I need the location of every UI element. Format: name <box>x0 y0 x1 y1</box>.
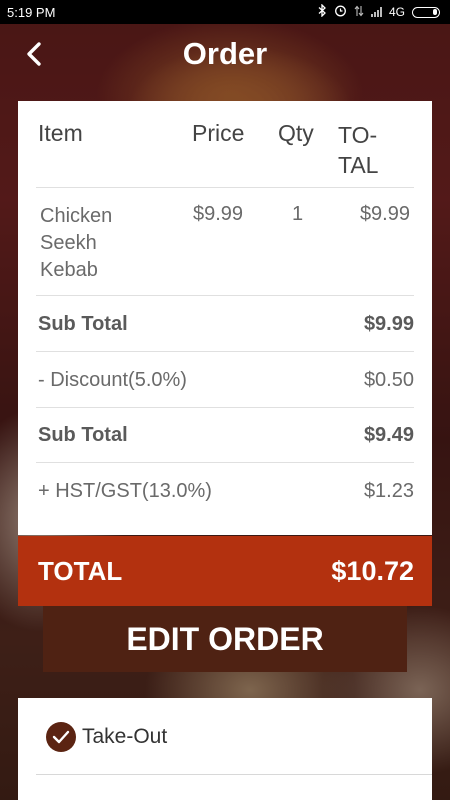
item-name: Chicken Seekh Kebab <box>40 205 113 281</box>
status-time: 5:19 PM <box>7 4 56 20</box>
edit-order-button[interactable]: EDIT ORDER <box>43 606 407 672</box>
alarm-icon <box>334 4 347 20</box>
total-value: $10.72 <box>331 556 414 586</box>
discount-value: $0.50 <box>363 369 414 391</box>
table-row: Chicken Seekh Kebab $9.99 1 $9.99 <box>36 187 414 296</box>
network-type: 4G <box>388 5 405 19</box>
tax-value: $1.23 <box>363 480 414 502</box>
order-type-panel: Take-Out <box>18 698 432 800</box>
item-price: $9.99 <box>193 203 244 225</box>
subtotal-label: Sub Total <box>38 313 128 335</box>
column-header-total: TO- TAL <box>338 122 379 178</box>
takeout-label: Take-Out <box>82 725 168 748</box>
discounted-subtotal-value: $9.49 <box>363 424 414 446</box>
tax-label: + HST/GST(13.0%) <box>38 480 212 502</box>
column-header-price: Price <box>192 120 245 146</box>
signal-icon <box>370 7 382 17</box>
column-header-qty: Qty <box>278 120 314 146</box>
divider <box>36 774 432 775</box>
page-title: Order <box>182 36 268 71</box>
discounted-subtotal-label: Sub Total <box>38 424 128 446</box>
item-qty: 1 <box>292 203 304 225</box>
discount-label: - Discount(5.0%) <box>38 369 187 391</box>
status-bar: 5:19 PM 4G <box>0 0 450 24</box>
column-header-item: Item <box>38 120 83 146</box>
data-transfer-icon <box>354 5 364 20</box>
app-header: Order <box>0 24 450 92</box>
subtotal-value: $9.99 <box>363 313 414 335</box>
total-label: TOTAL <box>38 556 123 586</box>
tax-row: + HST/GST(13.0%) $1.23 <box>36 463 414 518</box>
subtotal-row: Sub Total $9.99 <box>36 296 414 352</box>
discounted-subtotal-row: Sub Total $9.49 <box>36 407 414 463</box>
item-total: $9.99 <box>359 203 410 225</box>
total-bar: TOTAL $10.72 <box>18 536 432 606</box>
discount-row: - Discount(5.0%) $0.50 <box>36 352 414 408</box>
bluetooth-icon <box>318 3 327 20</box>
takeout-option[interactable]: Take-Out <box>46 722 167 752</box>
checkmark-icon[interactable] <box>46 722 76 752</box>
battery-icon <box>412 6 440 18</box>
table-header-row: Item Price Qty TO- TAL <box>36 101 414 188</box>
order-summary-card: Item Price Qty TO- TAL Chicken Seekh Keb… <box>18 101 432 535</box>
status-icons: 4G <box>318 3 440 20</box>
